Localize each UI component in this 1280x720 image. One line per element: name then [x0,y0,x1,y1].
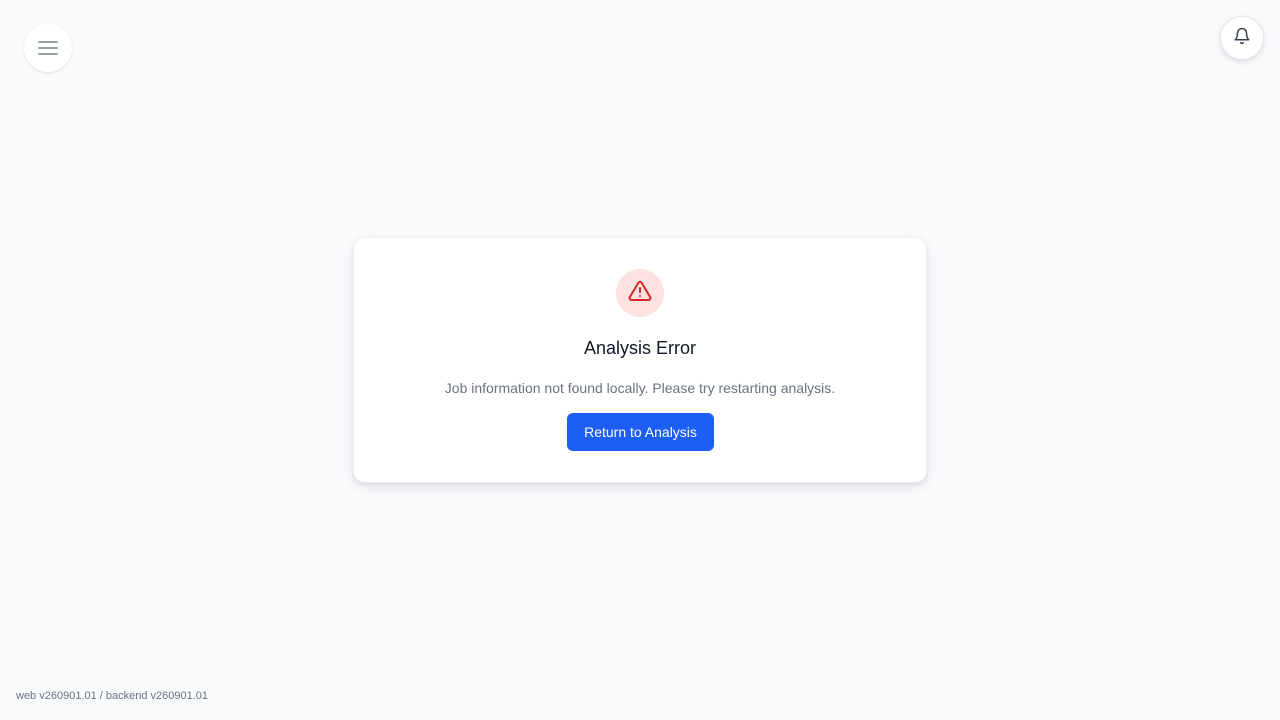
alert-badge [616,269,664,317]
page: Analysis Error Job information not found… [0,0,1280,720]
warning-triangle-icon [628,279,652,308]
menu-button[interactable] [24,24,72,72]
return-to-analysis-button[interactable]: Return to Analysis [567,413,714,451]
hamburger-menu-icon [38,40,58,56]
error-message: Job information not found locally. Pleas… [444,380,836,396]
notifications-button[interactable] [1220,16,1264,60]
version-footer: web v260901.01 / backend v260901.01 [16,690,209,702]
error-title: Analysis Error [583,338,697,358]
error-card: Analysis Error Job information not found… [353,237,927,483]
bell-icon [1233,27,1251,50]
